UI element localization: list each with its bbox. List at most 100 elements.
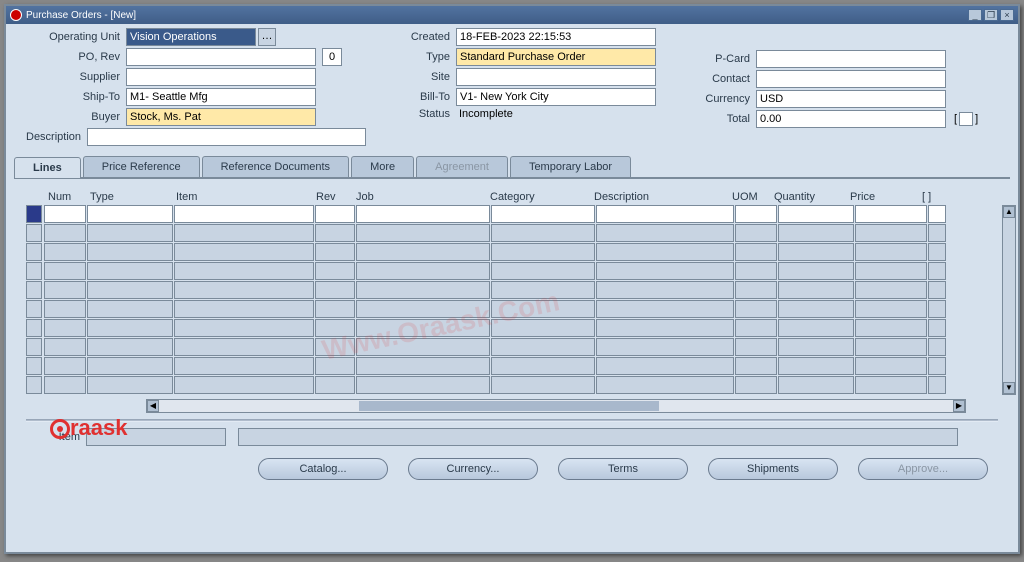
terms-button[interactable]: Terms bbox=[558, 458, 688, 480]
grid-cell[interactable] bbox=[491, 224, 595, 242]
flexfield-box[interactable] bbox=[959, 112, 973, 126]
grid-cell[interactable] bbox=[315, 281, 355, 299]
grid-cell[interactable] bbox=[491, 357, 595, 375]
table-row[interactable] bbox=[26, 319, 998, 338]
grid-cell[interactable] bbox=[356, 281, 490, 299]
grid-cell[interactable] bbox=[174, 319, 314, 337]
grid-cell[interactable] bbox=[315, 300, 355, 318]
grid-cell[interactable] bbox=[174, 338, 314, 356]
grid-cell[interactable] bbox=[778, 224, 854, 242]
grid-cell[interactable] bbox=[596, 243, 734, 261]
tab-reference-documents[interactable]: Reference Documents bbox=[202, 156, 349, 177]
grid-cell[interactable] bbox=[855, 376, 927, 394]
grid-cell[interactable] bbox=[491, 338, 595, 356]
grid-cell[interactable] bbox=[44, 319, 86, 337]
scroll-up-icon[interactable]: ▲ bbox=[1003, 206, 1015, 218]
grid-cell[interactable] bbox=[44, 357, 86, 375]
grid-cell[interactable] bbox=[356, 338, 490, 356]
grid-cell[interactable] bbox=[315, 338, 355, 356]
grid-cell[interactable] bbox=[87, 281, 173, 299]
grid-cell[interactable] bbox=[174, 281, 314, 299]
grid-cell[interactable] bbox=[855, 262, 927, 280]
grid-cell[interactable] bbox=[735, 300, 777, 318]
grid-cell[interactable] bbox=[855, 357, 927, 375]
close-button[interactable]: × bbox=[1000, 9, 1014, 21]
ship-to-field[interactable]: M1- Seattle Mfg bbox=[126, 88, 316, 106]
grid-cell[interactable] bbox=[928, 338, 946, 356]
grid-cell[interactable] bbox=[778, 338, 854, 356]
grid-cell[interactable] bbox=[596, 262, 734, 280]
grid-cell[interactable] bbox=[735, 262, 777, 280]
grid-cell[interactable] bbox=[855, 338, 927, 356]
currency-button[interactable]: Currency... bbox=[408, 458, 538, 480]
grid-cell[interactable] bbox=[491, 376, 595, 394]
table-row[interactable] bbox=[26, 338, 998, 357]
description-field[interactable] bbox=[87, 128, 366, 146]
grid-cell[interactable] bbox=[778, 205, 854, 223]
grid-cell[interactable] bbox=[87, 300, 173, 318]
grid-cell[interactable] bbox=[44, 338, 86, 356]
row-selector[interactable] bbox=[26, 262, 42, 280]
grid-cell[interactable] bbox=[596, 319, 734, 337]
grid-cell[interactable] bbox=[315, 262, 355, 280]
grid-cell[interactable] bbox=[778, 319, 854, 337]
grid-cell[interactable] bbox=[928, 357, 946, 375]
grid-cell[interactable] bbox=[928, 300, 946, 318]
grid-cell[interactable] bbox=[928, 224, 946, 242]
grid-cell[interactable] bbox=[44, 262, 86, 280]
grid-cell[interactable] bbox=[87, 224, 173, 242]
grid-cell[interactable] bbox=[356, 357, 490, 375]
grid-cell[interactable] bbox=[855, 300, 927, 318]
grid-cell[interactable] bbox=[315, 376, 355, 394]
table-row[interactable] bbox=[26, 205, 998, 224]
item-desc-field[interactable] bbox=[238, 428, 958, 446]
grid-cell[interactable] bbox=[491, 205, 595, 223]
operating-unit-field[interactable]: Vision Operations bbox=[126, 28, 256, 46]
table-row[interactable] bbox=[26, 300, 998, 319]
grid-cell[interactable] bbox=[596, 281, 734, 299]
grid-cell[interactable] bbox=[174, 357, 314, 375]
grid-horizontal-scrollbar[interactable]: ◀ ▶ bbox=[146, 399, 966, 413]
grid-cell[interactable] bbox=[855, 243, 927, 261]
grid-cell[interactable] bbox=[491, 262, 595, 280]
grid-cell[interactable] bbox=[174, 300, 314, 318]
row-selector[interactable] bbox=[26, 357, 42, 375]
row-selector[interactable] bbox=[26, 300, 42, 318]
grid-cell[interactable] bbox=[87, 243, 173, 261]
grid-cell[interactable] bbox=[356, 300, 490, 318]
grid-cell[interactable] bbox=[356, 319, 490, 337]
grid-cell[interactable] bbox=[855, 205, 927, 223]
grid-cell[interactable] bbox=[44, 300, 86, 318]
tab-lines[interactable]: Lines bbox=[14, 157, 81, 178]
grid-cell[interactable] bbox=[174, 205, 314, 223]
supplier-field[interactable] bbox=[126, 68, 316, 86]
grid-cell[interactable] bbox=[491, 319, 595, 337]
row-selector[interactable] bbox=[26, 243, 42, 261]
type-field[interactable]: Standard Purchase Order bbox=[456, 48, 656, 66]
shipments-button[interactable]: Shipments bbox=[708, 458, 838, 480]
table-row[interactable] bbox=[26, 224, 998, 243]
grid-cell[interactable] bbox=[315, 357, 355, 375]
minimize-button[interactable]: _ bbox=[968, 9, 982, 21]
grid-cell[interactable] bbox=[174, 243, 314, 261]
grid-cell[interactable] bbox=[735, 357, 777, 375]
grid-cell[interactable] bbox=[596, 357, 734, 375]
scroll-down-icon[interactable]: ▼ bbox=[1003, 382, 1015, 394]
row-selector[interactable] bbox=[26, 205, 42, 223]
grid-cell[interactable] bbox=[174, 224, 314, 242]
item-field[interactable] bbox=[86, 428, 226, 446]
table-row[interactable] bbox=[26, 376, 998, 395]
currency-field[interactable]: USD bbox=[756, 90, 946, 108]
grid-cell[interactable] bbox=[315, 205, 355, 223]
grid-cell[interactable] bbox=[356, 376, 490, 394]
grid-cell[interactable] bbox=[778, 300, 854, 318]
contact-field[interactable] bbox=[756, 70, 946, 88]
grid-vertical-scrollbar[interactable]: ▲ ▼ bbox=[1002, 205, 1016, 395]
grid-cell[interactable] bbox=[855, 281, 927, 299]
site-field[interactable] bbox=[456, 68, 656, 86]
grid-cell[interactable] bbox=[735, 319, 777, 337]
po-number-field[interactable] bbox=[126, 48, 316, 66]
grid-cell[interactable] bbox=[596, 205, 734, 223]
operating-unit-lov-button[interactable]: … bbox=[258, 28, 276, 46]
grid-cell[interactable] bbox=[928, 262, 946, 280]
